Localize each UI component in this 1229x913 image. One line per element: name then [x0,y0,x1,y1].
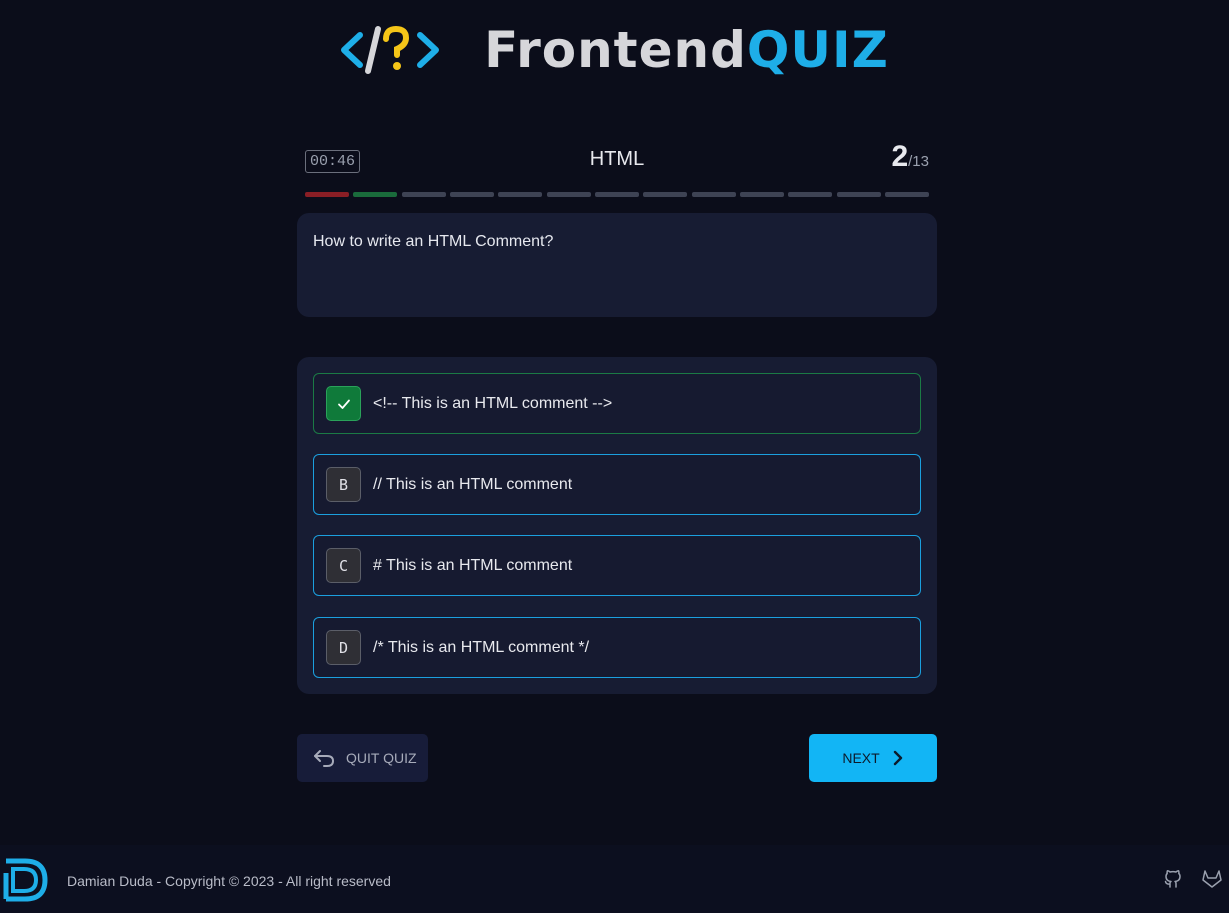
progress-segment-pending [885,192,930,197]
answer-text: // This is an HTML comment [373,475,573,493]
social-links [1163,869,1223,894]
gitlab-icon[interactable] [1201,869,1223,894]
answer-option-d[interactable]: D /* This is an HTML comment */ [313,617,921,678]
progress-segment-pending [740,192,785,197]
progress-segment-pending [546,192,591,197]
quit-quiz-label: QUIT QUIZ [346,750,417,766]
progress-segment-pending [498,192,543,197]
answer-option-b[interactable]: B // This is an HTML comment [313,454,921,515]
current-question-number: 2 [891,140,909,173]
code-question-icon [340,23,440,77]
footer: Damian Duda - Copyright © 2023 - All rig… [0,845,1229,913]
question-card: How to write an HTML Comment? [297,213,937,317]
answer-letter: D [326,630,361,665]
progress-segment-pending [836,192,881,197]
dd-logo-icon[interactable] [3,857,49,908]
answer-text: # This is an HTML comment [373,556,573,574]
quiz-header: 00:46 HTML 2/13 [297,140,937,200]
progress-segment-right [353,192,398,197]
check-icon [326,386,361,421]
answer-text: <!-- This is an HTML comment --> [373,394,613,412]
next-button[interactable]: NEXT [809,734,937,782]
chevron-right-icon [892,749,904,767]
answer-text: /* This is an HTML comment */ [373,638,590,656]
progress-segment-pending [595,192,640,197]
site-logo[interactable]: FrontendQUIZ [0,0,1229,100]
answer-option-c[interactable]: C # This is an HTML comment [313,535,921,596]
question-counter: 2/13 [891,140,929,174]
quit-quiz-button[interactable]: QUIT QUIZ [297,734,428,782]
undo-arrow-icon [313,748,335,768]
logo-wordmark: FrontendQUIZ [484,25,889,75]
question-text: How to write an HTML Comment? [313,233,554,250]
progress-bar [305,192,930,197]
progress-segment-pending [450,192,494,197]
progress-segment-pending [643,192,688,197]
progress-segment-pending [401,192,446,197]
answers-card: <!-- This is an HTML comment --> B // Th… [297,357,937,694]
quiz-topic: HTML [589,148,645,170]
progress-segment-pending [691,192,736,197]
progress-segment-wrong [305,192,349,197]
next-label: NEXT [842,750,880,766]
logo-word-quiz: QUIZ [746,21,889,79]
logo-word-front: Frontend [484,21,747,79]
answer-letter: B [326,467,361,502]
copyright-text: Damian Duda - Copyright © 2023 - All rig… [67,873,391,889]
answer-option-a[interactable]: <!-- This is an HTML comment --> [313,373,921,434]
progress-segment-pending [788,192,833,197]
answer-letter: C [326,548,361,583]
github-icon[interactable] [1163,869,1183,894]
total-questions: /13 [908,153,929,170]
